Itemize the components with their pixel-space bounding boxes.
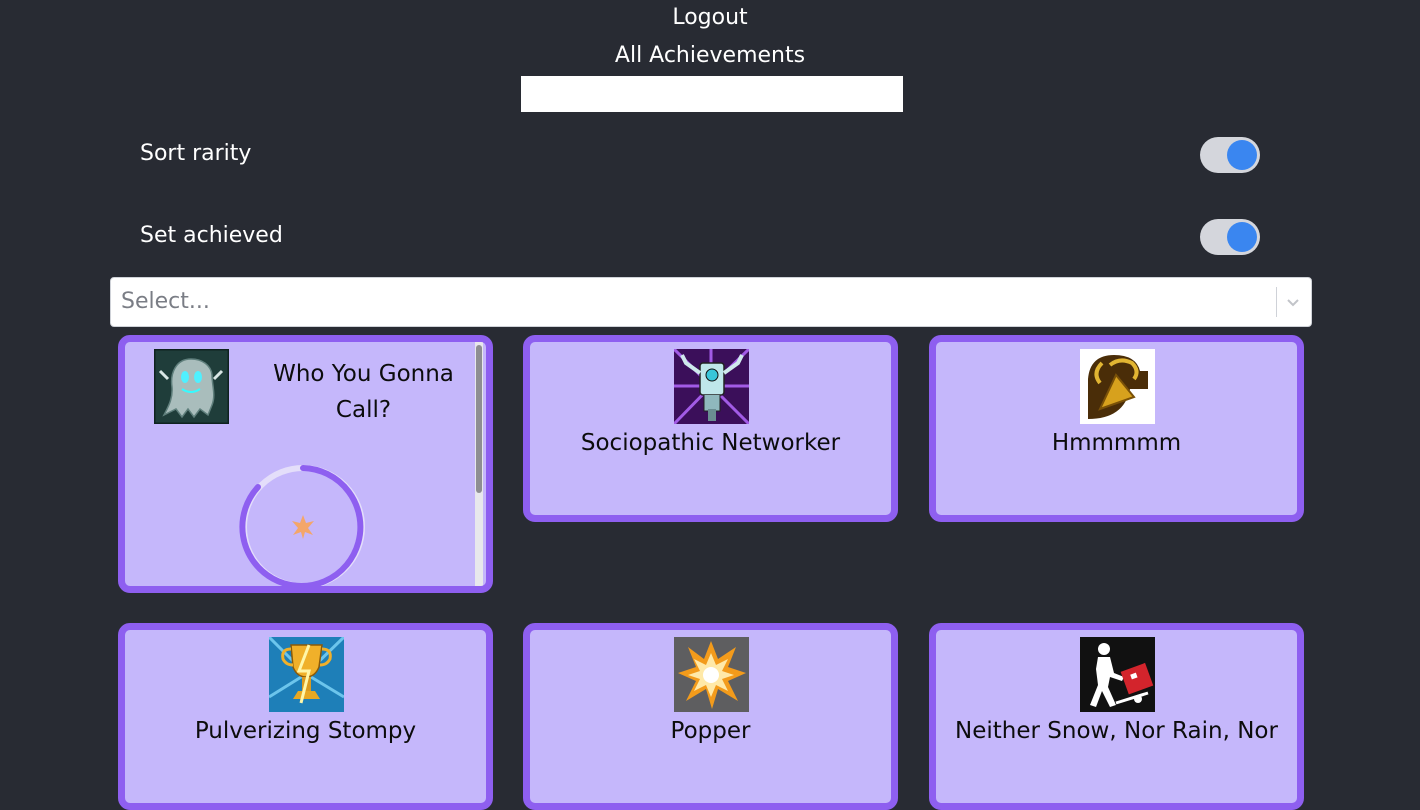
loading-spinner-icon xyxy=(239,465,365,586)
set-achieved-toggle[interactable] xyxy=(1200,219,1260,255)
select-separator xyxy=(1276,287,1277,317)
user-name-field[interactable] xyxy=(521,76,903,112)
explosion-icon xyxy=(673,637,749,712)
achievement-card[interactable]: Pulverizing Stompy xyxy=(118,623,493,810)
achievement-title: Pulverizing Stompy xyxy=(194,718,417,744)
achievement-title: Who You Gonna Call? xyxy=(273,361,454,423)
logout-link[interactable]: Logout xyxy=(0,5,1420,30)
toggle-knob xyxy=(1227,140,1257,170)
set-achieved-row: Set achieved xyxy=(140,217,1260,257)
chevron-down-icon[interactable] xyxy=(1283,292,1303,312)
scrollbar-thumb[interactable] xyxy=(476,345,482,493)
sort-rarity-toggle[interactable] xyxy=(1200,137,1260,173)
achievement-card[interactable]: Sociopathic Networker xyxy=(523,335,898,522)
all-achievements-heading[interactable]: All Achievements xyxy=(0,43,1420,68)
card-scrollbar[interactable] xyxy=(475,342,483,586)
achievement-card[interactable]: Hmmmmm xyxy=(929,335,1304,522)
claptrap-icon xyxy=(673,349,749,424)
achievement-card[interactable]: Neither Snow, Nor Rain, Nor xyxy=(929,623,1304,810)
ghost-icon xyxy=(154,349,229,424)
achievement-title: Popper xyxy=(670,718,751,744)
achievement-select[interactable]: Select... xyxy=(110,277,1312,327)
select-placeholder: Select... xyxy=(121,289,210,314)
achievement-title: Sociopathic Networker xyxy=(580,430,841,456)
mail-carrier-icon xyxy=(1079,637,1155,712)
achievement-title: Neither Snow, Nor Rain, Nor xyxy=(955,718,1278,744)
toggle-knob xyxy=(1227,222,1257,252)
trophy-lightning-icon xyxy=(268,637,344,712)
set-achieved-label: Set achieved xyxy=(140,223,283,248)
achievement-card[interactable]: Who You Gonna Call? xyxy=(118,335,493,593)
sort-rarity-row: Sort rarity xyxy=(140,135,1260,175)
gold-key-icon xyxy=(1079,349,1155,424)
achievement-title: Hmmmmm xyxy=(1051,430,1182,456)
sort-rarity-label: Sort rarity xyxy=(140,141,252,166)
achievement-card[interactable]: Popper xyxy=(523,623,898,810)
